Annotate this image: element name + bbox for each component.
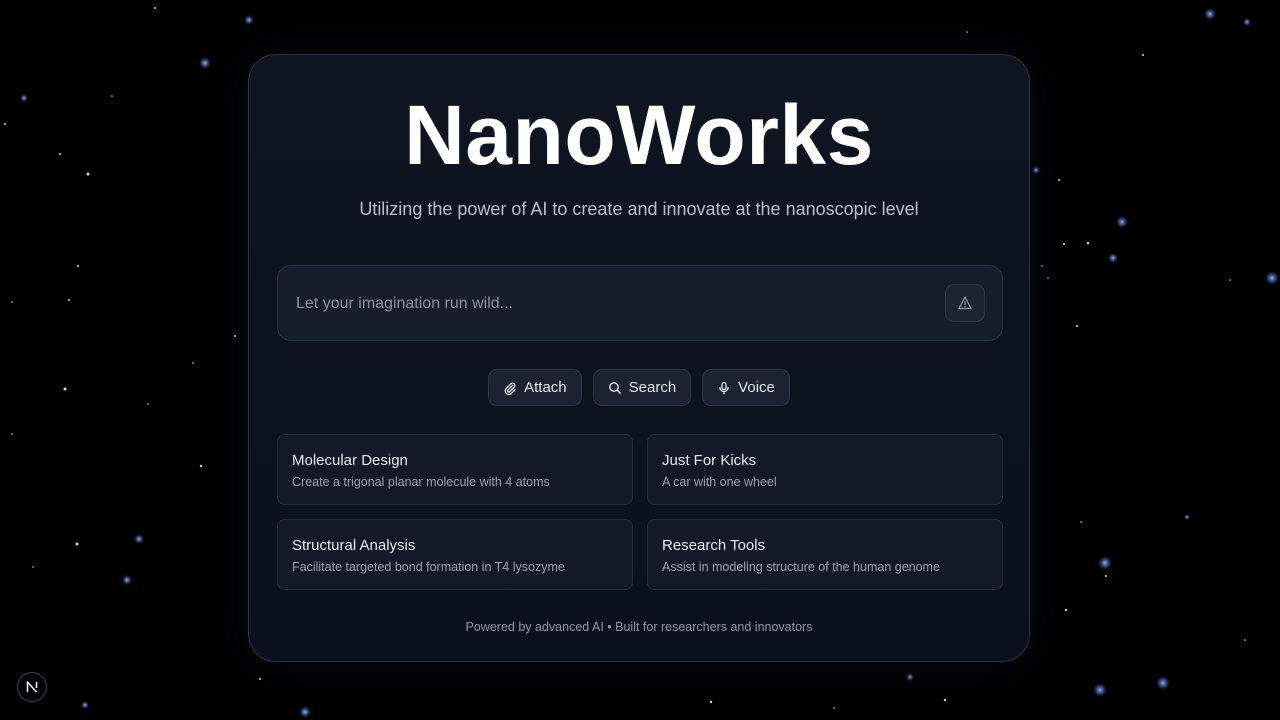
paperclip-icon [504,382,516,395]
suggestion-card-structural-analysis[interactable]: Structural Analysis Facilitate targeted … [277,519,633,590]
attach-button[interactable]: Attach [488,369,582,406]
footer-text: Powered by advanced AI • Built for resea… [465,620,813,634]
suggestion-title: Just For Kicks [662,452,757,469]
search-icon [608,381,621,394]
action-bar: Attach Search Voice [249,369,1029,406]
suggestion-description: Facilitate targeted bond formation in T4… [292,560,565,574]
page-title: NanoWorks [404,88,874,182]
app-root: NanoWorks Utilizing the power of AI to c… [0,0,1280,720]
send-triangle-icon [958,296,972,310]
suggestion-grid: Molecular Design Create a trigonal plana… [277,434,1003,591]
n-logo-icon [26,681,38,693]
suggestion-description: Create a trigonal planar molecule with 4… [292,475,550,489]
search-label: Search [628,379,677,396]
suggestion-card-molecular-design[interactable]: Molecular Design Create a trigonal plana… [277,434,633,505]
main-card: NanoWorks Utilizing the power of AI to c… [248,54,1030,662]
microphone-icon [719,381,729,394]
suggestion-description: A car with one wheel [662,475,777,489]
voice-label: Voice [738,379,775,396]
voice-button[interactable]: Voice [702,369,790,406]
attach-label: Attach [524,379,567,396]
suggestion-card-just-for-kicks[interactable]: Just For Kicks A car with one wheel [647,434,1003,505]
n-logo-badge[interactable] [17,672,47,702]
suggestion-title: Research Tools [662,537,766,554]
suggestion-title: Molecular Design [292,452,408,469]
suggestion-description: Assist in modeling structure of the huma… [662,560,940,574]
suggestion-card-research-tools[interactable]: Research Tools Assist in modeling struct… [647,519,1003,590]
search-button[interactable]: Search [592,369,692,406]
prompt-box [277,265,1003,342]
page-subtitle: Utilizing the power of AI to create and … [359,199,919,219]
suggestion-title: Structural Analysis [292,537,416,554]
send-button[interactable] [945,284,985,322]
prompt-input[interactable] [294,266,918,342]
